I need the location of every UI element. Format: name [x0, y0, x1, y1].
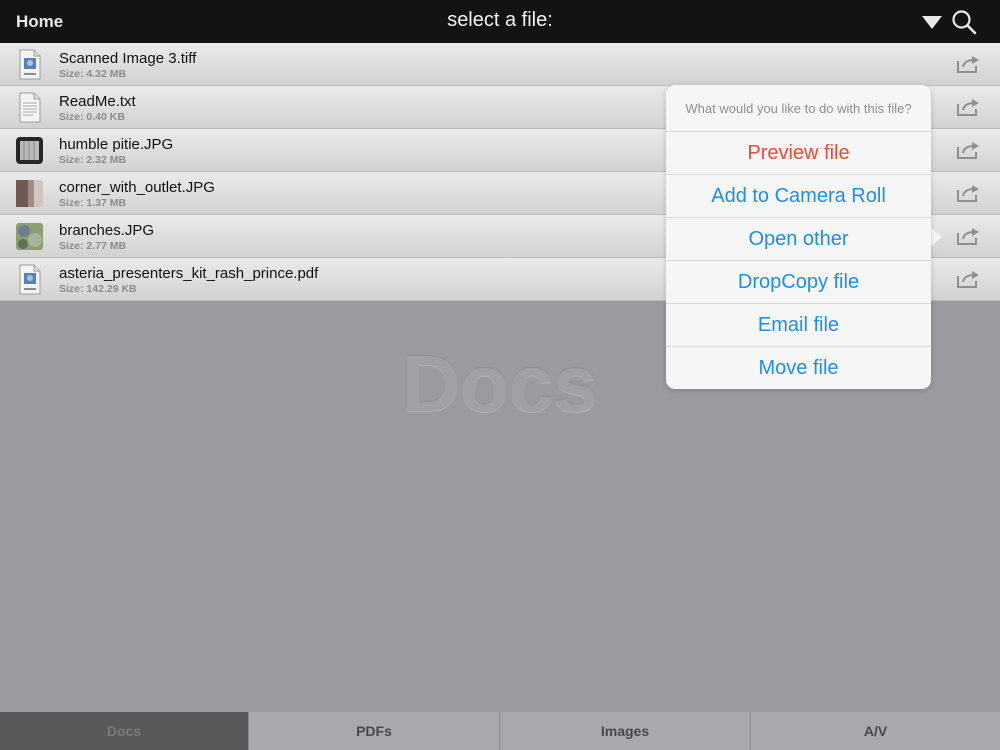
file-size: Size: 4.32 MB	[59, 68, 127, 80]
text-document-icon	[19, 92, 41, 123]
file-name: branches.JPG	[59, 222, 155, 239]
file-size: Size: 1.37 MB	[59, 197, 127, 209]
share-icon[interactable]	[956, 183, 980, 203]
file-action-popover: What would you like to do with this file…	[666, 85, 931, 389]
image-thumbnail	[16, 137, 43, 164]
jpeg-document-icon	[19, 264, 41, 295]
tab-pdfs[interactable]: PDFs	[248, 712, 499, 750]
preview-file-button[interactable]: Preview file	[666, 132, 931, 175]
share-icon[interactable]	[956, 226, 980, 246]
share-icon[interactable]	[956, 97, 980, 117]
tab-docs[interactable]: Docs	[0, 712, 248, 750]
open-other-button[interactable]: Open other	[666, 218, 931, 261]
file-size: Size: 2.77 MB	[59, 240, 127, 252]
share-icon[interactable]	[956, 269, 980, 289]
file-size: Size: 142.29 KB	[59, 283, 137, 295]
top-navigation-bar: Home select a file:	[0, 0, 1000, 43]
share-icon[interactable]	[956, 140, 980, 160]
page-title: select a file:	[447, 9, 553, 31]
file-name: humble pitie.JPG	[59, 136, 174, 153]
move-file-button[interactable]: Move file	[666, 347, 931, 390]
file-name: ReadMe.txt	[59, 93, 136, 110]
image-thumbnail	[16, 223, 43, 250]
file-size: Size: 0.40 KB	[59, 111, 125, 123]
jpeg-document-icon	[19, 49, 41, 80]
add-to-camera-roll-button[interactable]: Add to Camera Roll	[666, 175, 931, 218]
email-file-button[interactable]: Email file	[666, 304, 931, 347]
image-thumbnail	[16, 180, 43, 207]
search-icon[interactable]	[951, 9, 977, 35]
file-name: asteria_presenters_kit_rash_prince.pdf	[59, 265, 319, 282]
file-name: Scanned Image 3.tiff	[59, 50, 197, 67]
file-row[interactable]: Scanned Image 3.tiff Size: 4.32 MB	[0, 43, 1000, 86]
tab-bar: Docs PDFs Images A/V	[0, 712, 1000, 750]
file-name: corner_with_outlet.JPG	[59, 179, 215, 196]
tab-av[interactable]: A/V	[750, 712, 1000, 750]
tab-images[interactable]: Images	[499, 712, 750, 750]
dropcopy-file-button[interactable]: DropCopy file	[666, 261, 931, 304]
popover-prompt: What would you like to do with this file…	[666, 85, 931, 132]
file-size: Size: 2.32 MB	[59, 154, 127, 166]
dropdown-arrow-icon[interactable]	[921, 14, 943, 30]
share-icon[interactable]	[956, 54, 980, 74]
